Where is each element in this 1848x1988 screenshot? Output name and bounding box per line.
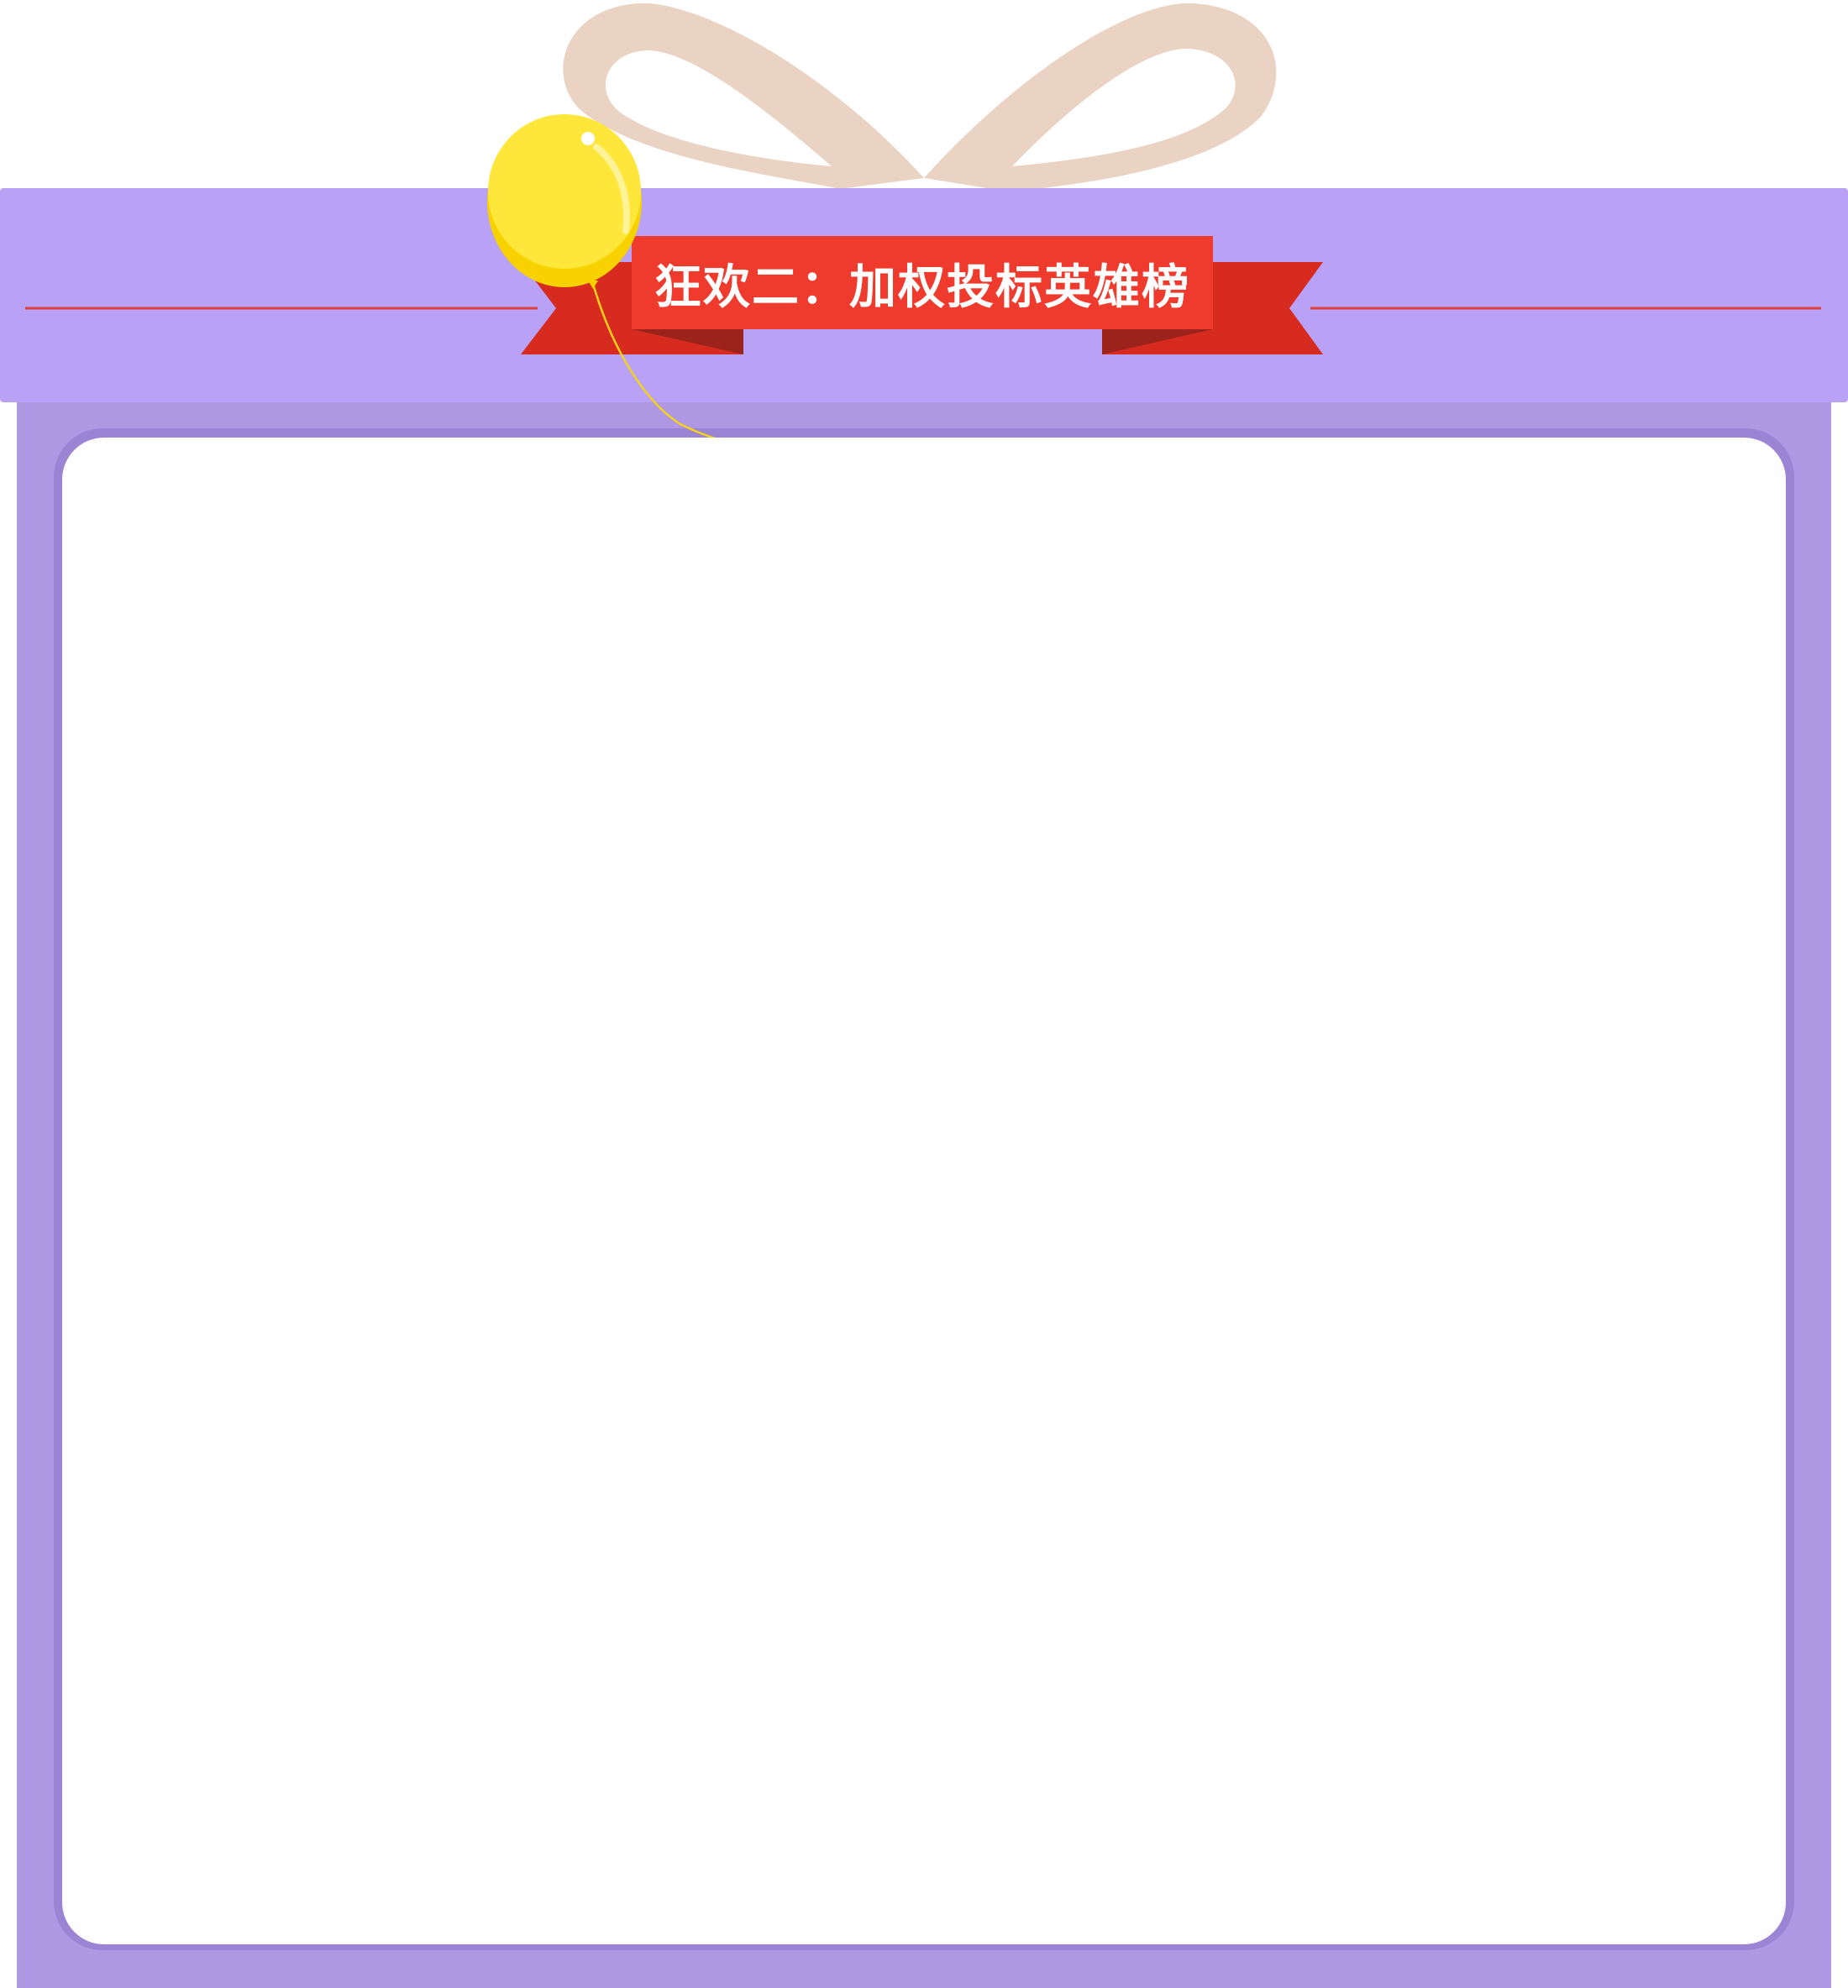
balloon-icon [487, 114, 642, 289]
gift-bow-icon [563, 3, 1277, 191]
content-panel [62, 438, 1786, 1944]
banner-title: 狂欢二：加权投标英雄榜 [654, 260, 1190, 315]
